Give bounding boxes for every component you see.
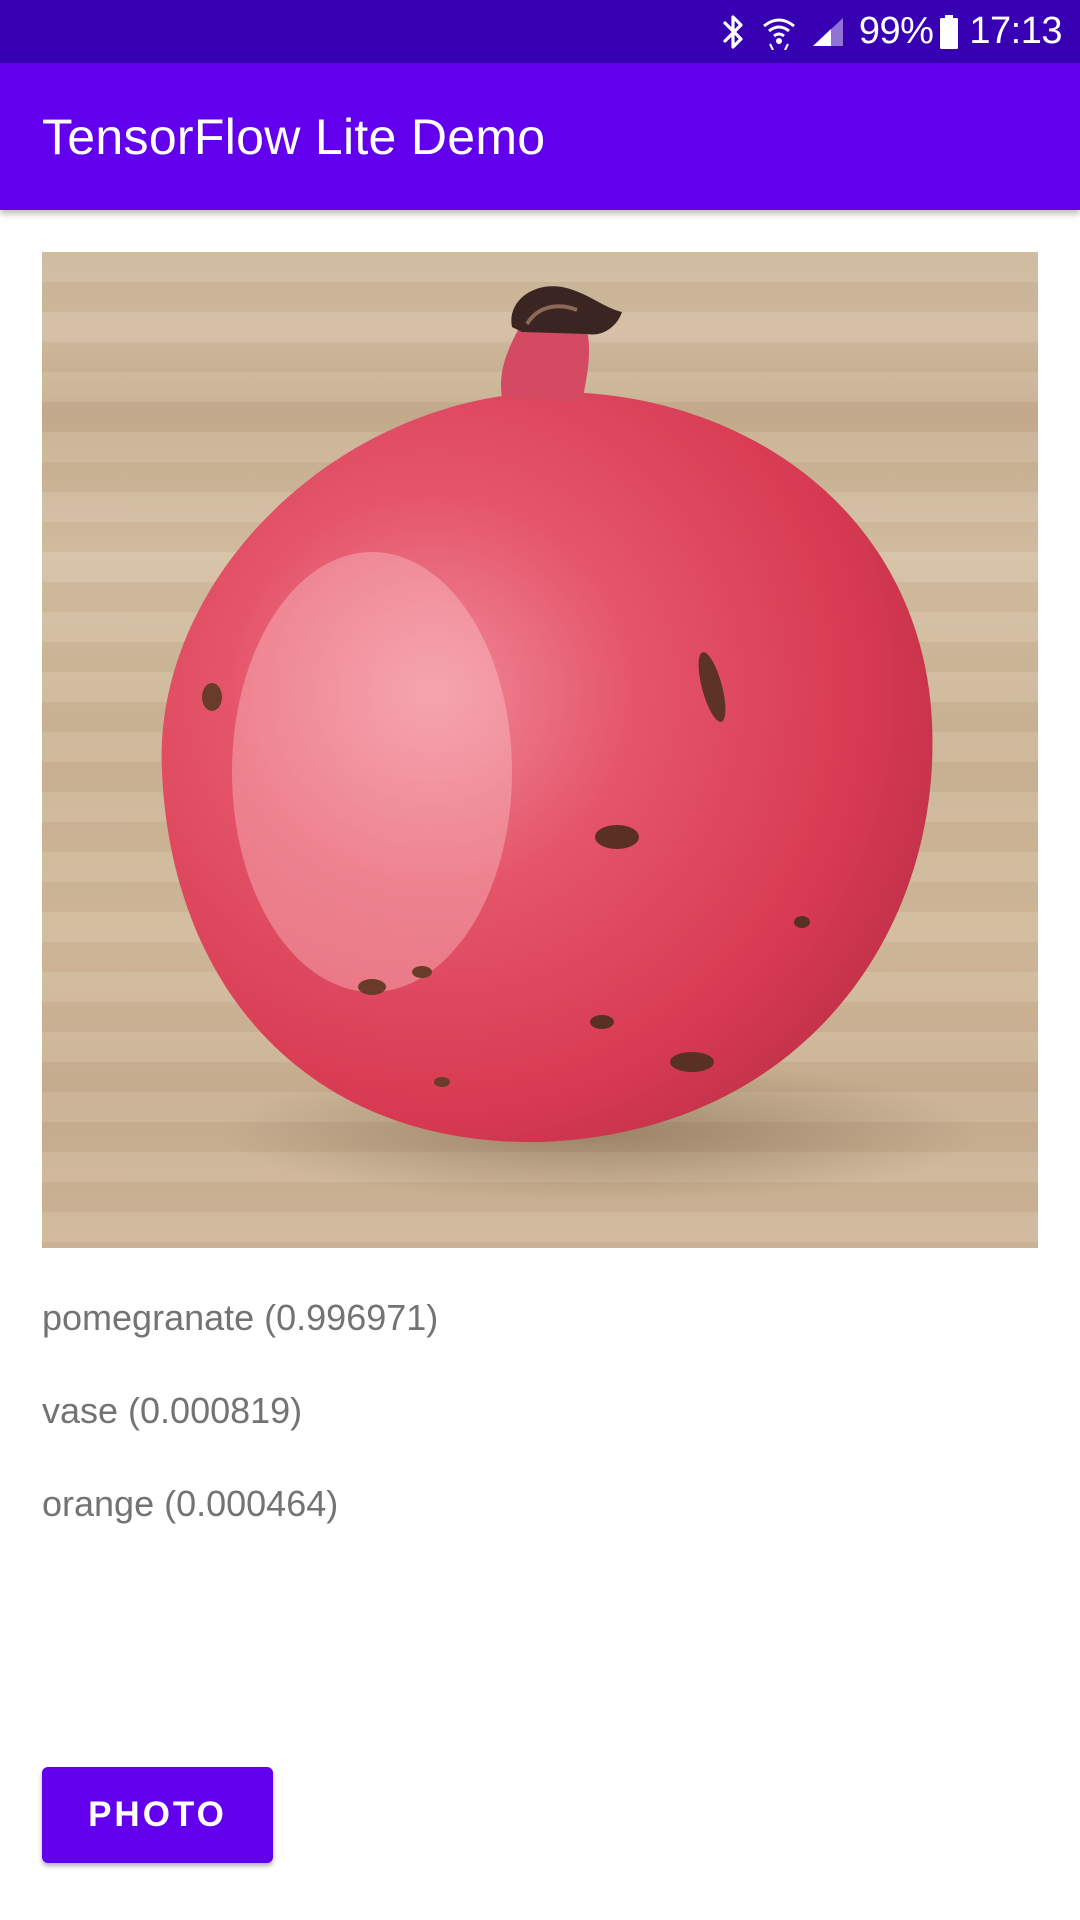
battery-percent: 99%: [858, 10, 934, 52]
app-bar: TensorFlow Lite Demo: [0, 63, 1080, 210]
result-item: vase (0.000819): [42, 1390, 303, 1431]
bluetooth-icon: [721, 13, 747, 51]
pomegranate-image: [161, 286, 982, 1202]
battery-icon: [939, 14, 959, 49]
cell-signal-icon: [811, 16, 845, 48]
photo-button[interactable]: PHOTO: [42, 1767, 273, 1863]
clock: 17:13: [969, 10, 1062, 52]
status-bar: 99% 17:13: [0, 0, 1080, 63]
wifi-icon: [761, 14, 797, 50]
screen: 99% 17:13 TensorFlow Lite Demo pomegrana…: [0, 0, 1080, 1920]
classified-photo: [42, 252, 1038, 1248]
app-title: TensorFlow Lite Demo: [42, 108, 546, 165]
result-item: pomegranate (0.996971): [42, 1297, 439, 1338]
result-item: orange (0.000464): [42, 1483, 339, 1524]
